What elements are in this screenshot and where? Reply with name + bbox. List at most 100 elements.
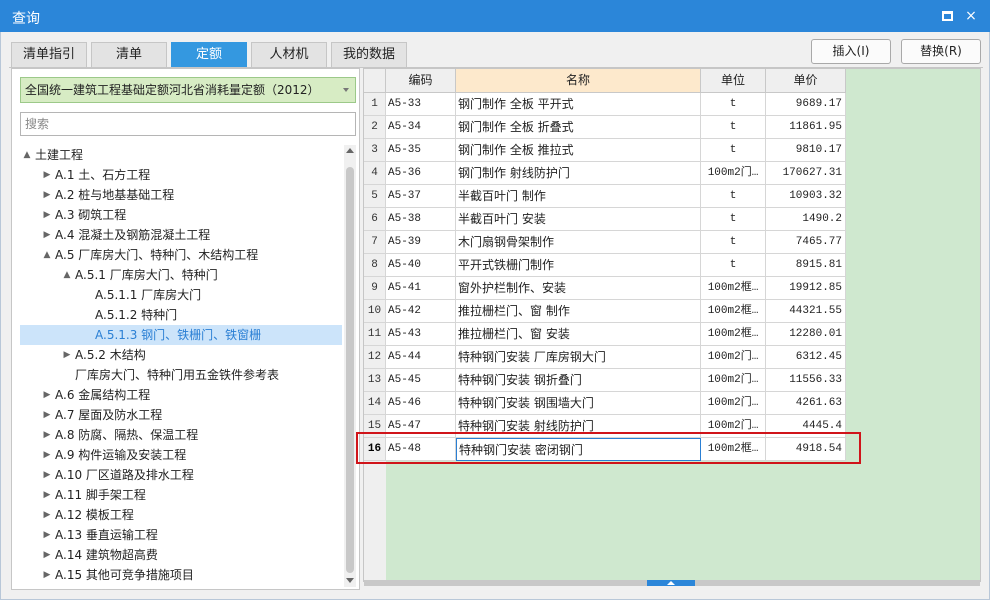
replace-button[interactable]: 替换(R) [901,39,981,64]
column-header-name[interactable]: 名称 [456,69,701,93]
cell-code[interactable]: A5-41 [386,277,456,300]
row-number[interactable]: 13 [364,369,386,392]
tree-item[interactable]: ▶ A.9 构件运输及安装工程 [20,445,342,465]
cell-name[interactable]: 窗外护栏制作、安装 [456,277,701,300]
expand-icon[interactable]: ▶ [41,525,53,545]
cell-name[interactable]: 平开式铁栅门制作 [456,254,701,277]
table-row[interactable]: 8 A5-40 平开式铁栅门制作 t 8915.81 [364,254,846,277]
expand-icon[interactable]: ▶ [41,205,53,225]
table-row[interactable]: 1 A5-33 钢门制作 全板 平开式 t 9689.17 [364,93,846,116]
cell-code[interactable]: A5-36 [386,162,456,185]
collapse-icon[interactable]: ▲ [41,245,53,265]
expand-icon[interactable]: ▶ [41,445,53,465]
cell-unit[interactable]: 100m2门… [701,346,766,369]
cell-unit[interactable]: t [701,116,766,139]
column-header-code[interactable]: 编码 [386,69,456,93]
expand-icon[interactable]: ▶ [41,465,53,485]
row-number[interactable]: 14 [364,392,386,415]
tree-item[interactable]: ▶ A.3 砌筑工程 [20,205,342,225]
cell-unit[interactable]: 100m2门… [701,162,766,185]
expand-icon[interactable]: ▶ [41,385,53,405]
cell-name[interactable]: 半截百叶门 制作 [456,185,701,208]
collapse-icon[interactable]: ▲ [21,145,33,165]
cell-unit[interactable]: 100m2门… [701,392,766,415]
maximize-icon[interactable] [938,7,956,25]
cell-name[interactable]: 半截百叶门 安装 [456,208,701,231]
cell-price[interactable]: 10903.32 [766,185,846,208]
tree-item[interactable]: ▶ A.14 建筑物超高费 [20,545,342,565]
cell-code[interactable]: A5-44 [386,346,456,369]
table-row[interactable]: 5 A5-37 半截百叶门 制作 t 10903.32 [364,185,846,208]
cell-unit[interactable]: t [701,231,766,254]
cell-price[interactable]: 19912.85 [766,277,846,300]
tree-scrollbar[interactable] [344,145,356,587]
expand-icon[interactable]: ▶ [41,505,53,525]
row-number[interactable]: 3 [364,139,386,162]
cell-name[interactable]: 钢门制作 射线防护门 [456,162,701,185]
tree-item[interactable]: ▲ A.5.1 厂库房大门、特种门 [20,265,342,285]
cell-price[interactable]: 170627.31 [766,162,846,185]
cell-code[interactable]: A5-39 [386,231,456,254]
tree-item[interactable]: A.5.1.1 厂库房大门 [20,285,342,305]
cell-name[interactable]: 特种钢门安装 钢围墙大门 [456,392,701,415]
tree-item[interactable]: ▶ A.11 脚手架工程 [20,485,342,505]
tab-qingdan[interactable]: 清单 [91,42,167,68]
tree-item[interactable]: 厂库房大门、特种门用五金铁件参考表 [20,365,342,385]
table-row[interactable]: 14 A5-46 特种钢门安装 钢围墙大门 100m2门… 4261.63 [364,392,846,415]
table-row[interactable]: 13 A5-45 特种钢门安装 钢折叠门 100m2门… 11556.33 [364,369,846,392]
expand-icon[interactable]: ▶ [41,405,53,425]
row-number[interactable]: 7 [364,231,386,254]
cell-unit[interactable]: 100m2框… [701,323,766,346]
tree-item[interactable]: ▶ A.4 混凝土及钢筋混凝土工程 [20,225,342,245]
close-icon[interactable]: × [962,7,980,25]
expand-icon[interactable]: ▶ [41,225,53,245]
row-number[interactable]: 5 [364,185,386,208]
row-number[interactable]: 2 [364,116,386,139]
cell-code[interactable]: A5-35 [386,139,456,162]
table-row[interactable]: 3 A5-35 钢门制作 全板 推拉式 t 9810.17 [364,139,846,162]
tree-item[interactable]: ▶ A.13 垂直运输工程 [20,525,342,545]
cell-name[interactable]: 特种钢门安装 厂库房钢大门 [456,346,701,369]
cell-price[interactable]: 44321.55 [766,300,846,323]
row-number[interactable]: 10 [364,300,386,323]
cell-code[interactable]: A5-38 [386,208,456,231]
tree-item[interactable]: A.5.1.2 特种门 [20,305,342,325]
expand-icon[interactable]: ▶ [61,345,73,365]
tree-item[interactable]: ▶ A.8 防腐、隔热、保温工程 [20,425,342,445]
cell-name[interactable]: 特种钢门安装 钢折叠门 [456,369,701,392]
tree-item[interactable]: ▲ A.5 厂库房大门、特种门、木结构工程 [20,245,342,265]
cell-code[interactable]: A5-42 [386,300,456,323]
table-row[interactable]: 12 A5-44 特种钢门安装 厂库房钢大门 100m2门… 6312.45 [364,346,846,369]
cell-code[interactable]: A5-46 [386,392,456,415]
scroll-down-icon[interactable] [346,578,354,583]
tree-item[interactable]: ▶ A.10 厂区道路及排水工程 [20,465,342,485]
table-row[interactable]: 6 A5-38 半截百叶门 安装 t 1490.2 [364,208,846,231]
cell-price[interactable]: 12280.01 [766,323,846,346]
tree-item[interactable]: ▶ A.12 模板工程 [20,505,342,525]
table-row[interactable]: 11 A5-43 推拉栅栏门、窗 安装 100m2框… 12280.01 [364,323,846,346]
cell-code[interactable]: A5-40 [386,254,456,277]
tree-item[interactable]: ▶ A.2 桩与地基基础工程 [20,185,342,205]
cell-price[interactable]: 11861.95 [766,116,846,139]
column-header-price[interactable]: 单价 [766,69,846,93]
cell-price[interactable]: 9810.17 [766,139,846,162]
cell-unit[interactable]: t [701,208,766,231]
scroll-up-icon[interactable] [346,148,354,153]
tree-item[interactable]: ▶ A.1 土、石方工程 [20,165,342,185]
cell-unit[interactable]: t [701,139,766,162]
insert-button[interactable]: 插入(I) [811,39,891,64]
tree-item[interactable]: ▶ A.15 其他可竞争措施项目 [20,565,342,585]
table-row[interactable]: 2 A5-34 钢门制作 全板 折叠式 t 11861.95 [364,116,846,139]
expand-icon[interactable]: ▶ [41,545,53,565]
row-number[interactable]: 8 [364,254,386,277]
expand-icon[interactable]: ▶ [41,425,53,445]
cell-unit[interactable]: 100m2门… [701,369,766,392]
scroll-thumb[interactable] [346,167,354,573]
cell-code[interactable]: A5-33 [386,93,456,116]
search-input[interactable] [20,112,356,136]
tree-item[interactable]: A.5.1.3 钢门、铁栅门、铁窗栅 [20,325,342,345]
tree-item[interactable]: ▶ A.6 金属结构工程 [20,385,342,405]
table-row[interactable]: 10 A5-42 推拉栅栏门、窗 制作 100m2框… 44321.55 [364,300,846,323]
cell-price[interactable]: 1490.2 [766,208,846,231]
tab-rencaiji[interactable]: 人材机 [251,42,327,68]
